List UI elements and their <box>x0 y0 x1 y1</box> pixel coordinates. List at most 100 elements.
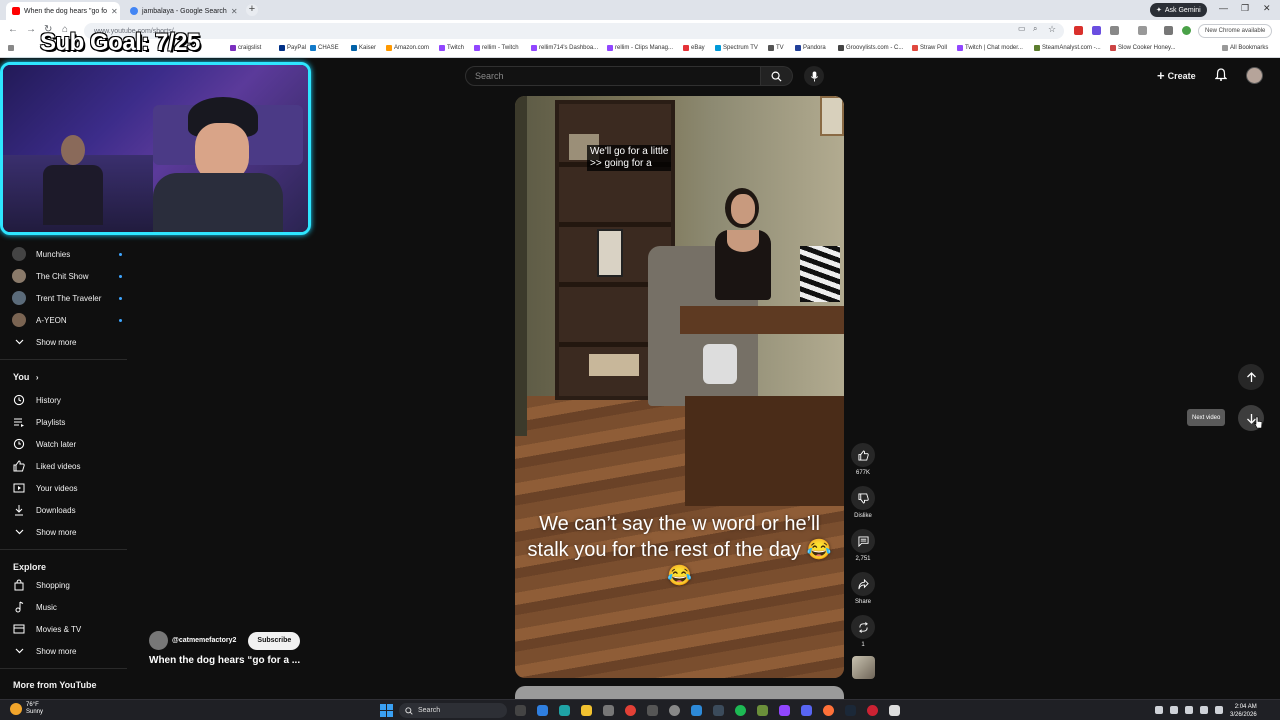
all-bookmarks[interactable]: All Bookmarks <box>1222 45 1268 51</box>
like-button[interactable]: 677K <box>850 443 876 476</box>
dislike-button[interactable]: Dislike <box>850 486 876 519</box>
tray-chevron-icon[interactable] <box>1155 706 1163 714</box>
windows-start-icon[interactable] <box>380 704 393 717</box>
close-window-icon[interactable]: ✕ <box>1263 3 1271 14</box>
firefox-icon[interactable] <box>823 705 834 716</box>
sidepanel-icon[interactable] <box>1138 26 1147 35</box>
subscribe-button[interactable]: Subscribe <box>248 631 301 650</box>
extension-icon[interactable] <box>1074 26 1083 35</box>
show-more-explore[interactable]: Show more <box>12 642 122 660</box>
sidebar-item-liked-videos[interactable]: Liked videos <box>12 457 122 475</box>
next-short-preview[interactable] <box>515 686 844 700</box>
show-more-you[interactable]: Show more <box>12 523 122 541</box>
install-icon[interactable]: ▭ <box>1018 24 1026 33</box>
bookmark-star-icon[interactable]: ☆ <box>1048 24 1056 35</box>
taskbar-clock[interactable]: 2:04 AM 3/26/2026 <box>1230 703 1257 719</box>
bookmark-item[interactable]: Groovylists.com - C... <box>838 45 903 51</box>
search-button[interactable] <box>761 66 793 86</box>
sidebar-item-watch-later[interactable]: Watch later <box>12 435 122 453</box>
twitch-icon[interactable] <box>779 705 790 716</box>
chrome-icon[interactable] <box>625 705 636 716</box>
url-field[interactable]: www.youtube.com/shorts/... <box>84 23 1064 39</box>
you-section-header[interactable]: You › <box>13 372 39 382</box>
comments-button[interactable]: 2,751 <box>850 529 876 562</box>
app-icon[interactable] <box>669 705 680 716</box>
audio-source-thumbnail[interactable] <box>852 656 875 679</box>
bookmark-item[interactable]: Twitch <box>439 45 464 51</box>
remix-button[interactable]: 1 <box>850 615 876 648</box>
extension-icon[interactable] <box>1092 26 1101 35</box>
tray-icon[interactable] <box>1170 706 1178 714</box>
short-title[interactable]: When the dog hears “go for a ... <box>149 655 300 666</box>
battery-icon[interactable] <box>1215 706 1223 714</box>
apps-icon[interactable] <box>8 45 14 51</box>
sidebar-item-movies-tv[interactable]: Movies & TV <box>12 620 122 638</box>
steam-icon[interactable] <box>845 705 856 716</box>
file-explorer-icon[interactable] <box>581 705 592 716</box>
sidebar-item-munchies[interactable]: Munchies <box>12 245 122 263</box>
channel-name[interactable]: @catmemefactory2 <box>172 637 236 644</box>
back-icon[interactable]: ← <box>8 24 18 35</box>
widgets-icon[interactable] <box>537 705 548 716</box>
bookmark-item[interactable]: rellim - Twitch <box>474 45 519 51</box>
forward-icon[interactable]: → <box>26 24 36 35</box>
bookmark-item[interactable]: PayPal <box>279 45 306 51</box>
app-icon[interactable] <box>647 705 658 716</box>
store-icon[interactable] <box>603 705 614 716</box>
edge-icon[interactable] <box>559 705 570 716</box>
extensions-puzzle-icon[interactable] <box>1110 26 1119 35</box>
channel-avatar[interactable] <box>149 631 168 650</box>
bookmark-item[interactable]: Pandora <box>795 45 826 51</box>
app-icon[interactable] <box>713 705 724 716</box>
share-button[interactable]: Share <box>850 572 876 605</box>
bookmark-item[interactable]: Kaiser <box>351 45 376 51</box>
app-icon[interactable] <box>691 705 702 716</box>
bookmark-item[interactable]: rellim714's Dashboa... <box>531 45 598 51</box>
previous-video-button[interactable] <box>1238 364 1264 390</box>
new-tab-button[interactable]: + <box>246 4 258 16</box>
voice-search-button[interactable] <box>804 66 824 86</box>
sidebar-item-playlists[interactable]: Playlists <box>12 413 122 431</box>
zoom-icon[interactable]: ⌕ <box>1033 24 1037 34</box>
ask-gemini-button[interactable]: ✦ Ask Gemini <box>1150 3 1207 17</box>
volume-icon[interactable] <box>1200 706 1208 714</box>
app-icon[interactable] <box>867 705 878 716</box>
close-tab-icon[interactable]: ✕ <box>231 7 238 16</box>
show-more-subscriptions[interactable]: Show more <box>12 333 122 351</box>
app-icon[interactable] <box>757 705 768 716</box>
sidebar-item-a-yeon[interactable]: A-YEON <box>12 311 122 329</box>
weather-widget[interactable]: 76°F Sunny <box>10 702 43 716</box>
bookmark-item[interactable]: craigslist <box>230 45 261 51</box>
bookmark-item[interactable]: Slow Cooker Honey... <box>1110 45 1176 51</box>
bookmark-item[interactable]: Amazon.com <box>386 45 429 51</box>
bookmark-item[interactable]: rellim - Clips Manag... <box>607 45 673 51</box>
close-tab-icon[interactable]: ✕ <box>111 7 118 16</box>
account-avatar-icon[interactable] <box>1182 26 1191 35</box>
profile-icon[interactable] <box>1164 26 1173 35</box>
search-input[interactable]: Search <box>465 66 761 86</box>
short-video-player[interactable]: We'll go for a little >> going for a We … <box>515 96 844 678</box>
tab-google-search[interactable]: jambalaya - Google Search ✕ <box>124 2 242 20</box>
bookmark-item[interactable]: Straw Poll <box>912 45 947 51</box>
new-chrome-available-button[interactable]: New Chrome available <box>1198 24 1273 38</box>
sidebar-item-shopping[interactable]: Shopping <box>12 576 122 594</box>
sidebar-item-the-chit-show[interactable]: The Chit Show <box>12 267 122 285</box>
sidebar-item-history[interactable]: History <box>12 391 122 409</box>
create-button[interactable]: + Create <box>1157 68 1196 83</box>
wifi-icon[interactable] <box>1185 706 1193 714</box>
sidebar-item-trent-the-traveler[interactable]: Trent The Traveler <box>12 289 122 307</box>
bookmark-item[interactable]: TV <box>768 45 784 51</box>
bookmark-item[interactable]: SteamAnalyst.com -... <box>1034 45 1101 51</box>
account-avatar[interactable] <box>1246 67 1263 84</box>
taskbar-search[interactable]: Search <box>399 703 507 718</box>
sidebar-item-downloads[interactable]: Downloads <box>12 501 122 519</box>
sidebar-item-music[interactable]: Music <box>12 598 122 616</box>
maximize-icon[interactable]: ❐ <box>1241 3 1249 14</box>
bookmark-item[interactable]: Spectrum TV <box>715 45 758 51</box>
bookmark-item[interactable]: eBay <box>683 45 705 51</box>
bookmark-item[interactable]: Twitch | Chat moder... <box>957 45 1023 51</box>
notifications-button[interactable] <box>1214 68 1228 86</box>
minimize-icon[interactable]: — <box>1219 3 1228 13</box>
app-icon[interactable] <box>889 705 900 716</box>
spotify-icon[interactable] <box>735 705 746 716</box>
